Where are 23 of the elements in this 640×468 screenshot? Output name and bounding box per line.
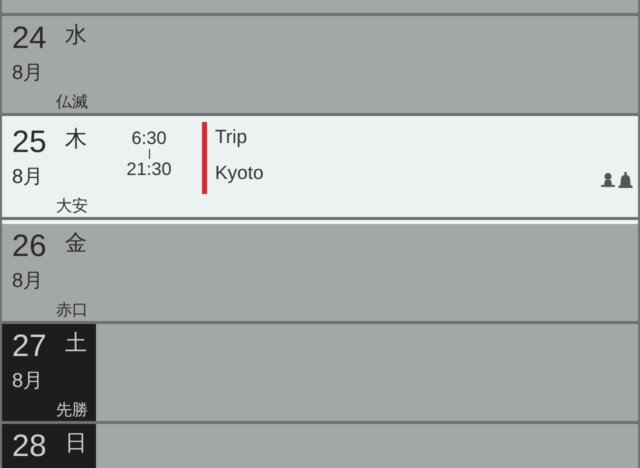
start-time: 6:30 [131,128,167,149]
month-label: 8月 [12,370,44,392]
day-number: 26 [12,230,46,261]
event-title: Trip [215,127,248,149]
weekday-label: 水 [65,24,87,46]
weekday-label: 木 [65,128,87,150]
day-number: 24 [12,22,46,53]
day-number: 27 [12,330,46,361]
month-label: 8月 [12,166,44,188]
day-row[interactable]: 27 土 8月 先勝 [2,324,638,424]
weekday-label: 日 [65,432,87,454]
weekday-label: 土 [65,332,87,354]
rokuyo-label: 大安 [56,196,88,217]
rokuyo-label: 仏滅 [56,92,88,113]
weekday-label: 金 [65,232,87,254]
rokuyo-label: 赤口 [56,300,88,321]
day-number: 28 [12,430,46,461]
end-time: 21:30 [126,159,172,180]
month-label: 8月 [12,270,44,292]
rokuyo-label: 先勝 [56,400,88,421]
event-location: Kyoto [215,163,264,185]
month-label: 8月 [12,62,44,84]
day-number: 25 [12,126,46,157]
